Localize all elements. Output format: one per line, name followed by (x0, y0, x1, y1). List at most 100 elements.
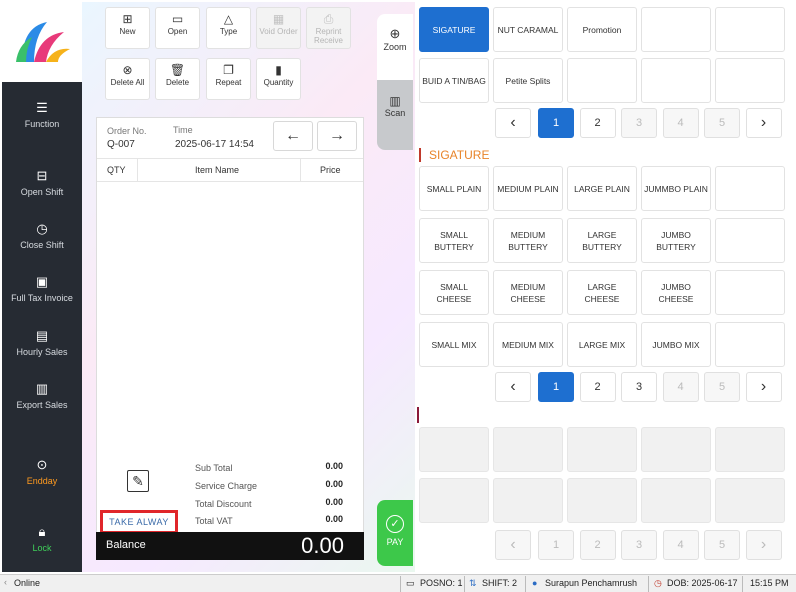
empty-product-cell[interactable] (715, 166, 785, 211)
category-page-2-button[interactable]: 2 (579, 108, 616, 138)
category-page-4-button[interactable]: 4 (662, 108, 699, 138)
category-page-5-button[interactable]: 5 (704, 108, 740, 138)
sidebar-item-function[interactable]: ☰ Function (2, 100, 82, 129)
sidebar-item-lock[interactable]: 🔒︎ Lock (2, 524, 82, 553)
pay-button[interactable]: ✓ PAY (377, 500, 413, 566)
category-nut-caramal-button[interactable]: NUT CARAMAL (493, 7, 563, 52)
take-away-button[interactable]: TAKE ALWAY (100, 510, 178, 534)
empty-item-cell[interactable] (493, 478, 563, 523)
edit-icon[interactable]: ✎ (127, 470, 149, 492)
scan-button[interactable]: ▥ Scan (377, 80, 413, 150)
bottom-page-5-button[interactable]: 5 (704, 530, 740, 560)
trash-icon: 🗑︎ (169, 63, 186, 77)
category-promotion-button[interactable]: Promotion (567, 7, 637, 52)
delete-button[interactable]: 🗑︎ Delete (155, 58, 200, 100)
void-order-button[interactable]: ▦ Void Order (256, 7, 301, 49)
product-prev-button[interactable]: ‹ (495, 372, 531, 402)
sidebar-item-full-tax-invoice[interactable]: ▣ Full Tax Invoice (2, 274, 82, 303)
product-small-cheese-button[interactable]: SMALL CHEESE (419, 270, 489, 315)
empty-category-cell[interactable] (715, 58, 785, 103)
product-medium-cheese-button[interactable]: MEDIUM CHEESE (493, 270, 563, 315)
empty-category-cell[interactable] (641, 58, 711, 103)
empty-product-cell[interactable] (715, 270, 785, 315)
product-page-3-button[interactable]: 3 (621, 372, 657, 402)
total-discount-value: 0.00 (325, 497, 343, 507)
status-divider (648, 576, 649, 592)
lock-icon: 🔒︎ (38, 524, 46, 539)
chevron-left-icon: ‹ (510, 114, 516, 131)
next-order-button[interactable]: → (317, 121, 357, 151)
product-next-button[interactable]: › (745, 372, 782, 402)
delete-all-button[interactable]: ⊗ Delete All (105, 58, 150, 100)
open-button[interactable]: ▭ Open (155, 7, 200, 49)
product-medium-mix-button[interactable]: MEDIUM MIX (493, 322, 563, 367)
product-jumbo-cheese-button[interactable]: JUMBO CHEESE (641, 270, 711, 315)
empty-item-cell[interactable] (715, 478, 785, 523)
product-jumbo-buttery-button[interactable]: JUMBO BUTTERY (641, 218, 711, 263)
product-small-buttery-button[interactable]: SMALL BUTTERY (419, 218, 489, 263)
sidebar-item-hourly-sales[interactable]: ▤ Hourly Sales (2, 328, 82, 357)
empty-product-cell[interactable] (715, 322, 785, 367)
empty-category-cell[interactable] (715, 7, 785, 52)
item-name-column-header: Item Name (195, 165, 240, 175)
bottom-next-button[interactable]: › (745, 530, 782, 560)
status-bar: ‹ Online ▭ POSNO: 1 ⇅ SHIFT: 2 ● Surapun… (0, 574, 796, 592)
folder-icon: ▭ (171, 12, 184, 26)
empty-category-cell[interactable] (567, 58, 637, 103)
category-sigature-button[interactable]: SIGATURE (419, 7, 489, 52)
sidebar-item-label: Export Sales (16, 400, 68, 410)
product-page-2-button[interactable]: 2 (579, 372, 616, 402)
product-jumbo-mix-button[interactable]: JUMBO MIX (641, 322, 711, 367)
sidebar-item-endday[interactable]: ⊙ Endday (2, 457, 82, 486)
type-button[interactable]: △ Type (206, 7, 251, 49)
empty-product-cell[interactable] (715, 218, 785, 263)
product-large-mix-button[interactable]: LARGE MIX (567, 322, 637, 367)
quantity-button[interactable]: ▮ Quantity (256, 58, 301, 100)
product-medium-buttery-button[interactable]: MEDIUM BUTTERY (493, 218, 563, 263)
empty-item-cell[interactable] (419, 478, 489, 523)
product-page-1-button[interactable]: 1 (538, 372, 574, 402)
bar-chart-icon: ▮ (275, 63, 282, 77)
bottom-page-2-button[interactable]: 2 (579, 530, 616, 560)
category-prev-button[interactable]: ‹ (495, 108, 531, 138)
product-medium-plain-button[interactable]: MEDIUM PLAIN (493, 166, 563, 211)
reprint-receive-button[interactable]: ⎙ Reprint Receive (306, 7, 351, 49)
empty-item-cell[interactable] (567, 427, 637, 472)
category-buid-a-tin-bag-button[interactable]: BUID A TIN/BAG (419, 58, 489, 103)
empty-item-cell[interactable] (419, 427, 489, 472)
sidebar-item-export-sales[interactable]: ▥ Export Sales (2, 381, 82, 410)
empty-item-cell[interactable] (641, 427, 711, 472)
new-button[interactable]: ⊞ New (105, 7, 150, 49)
empty-item-cell[interactable] (641, 478, 711, 523)
menu-icon: ☰ (36, 100, 48, 115)
product-small-plain-button[interactable]: SMALL PLAIN (419, 166, 489, 211)
product-page-4-button[interactable]: 4 (662, 372, 699, 402)
product-page-5-button[interactable]: 5 (704, 372, 740, 402)
sidebar-item-open-shift[interactable]: ⊟ Open Shift (2, 168, 82, 197)
category-page-3-button[interactable]: 3 (621, 108, 657, 138)
empty-category-cell[interactable] (641, 7, 711, 52)
category-page-1-button[interactable]: 1 (538, 108, 574, 138)
repeat-button[interactable]: ❐ Repeat (206, 58, 251, 100)
product-large-cheese-button[interactable]: LARGE CHEESE (567, 270, 637, 315)
product-large-plain-button[interactable]: LARGE PLAIN (567, 166, 637, 211)
bottom-page-1-button[interactable]: 1 (538, 530, 574, 560)
zoom-button[interactable]: ⊕ Zoom (377, 14, 413, 80)
clock-icon: ◷ (654, 578, 662, 588)
total-discount-label: Total Discount (195, 499, 252, 509)
status-divider (742, 576, 743, 592)
empty-item-cell[interactable] (493, 427, 563, 472)
product-jummbo-plain-button[interactable]: JUMMBO PLAIN (641, 166, 711, 211)
product-small-mix-button[interactable]: SMALL MIX (419, 322, 489, 367)
bottom-page-4-button[interactable]: 4 (662, 530, 699, 560)
empty-item-cell[interactable] (567, 478, 637, 523)
section-title: SIGATURE (419, 148, 489, 162)
bottom-prev-button[interactable]: ‹ (495, 530, 531, 560)
product-large-buttery-button[interactable]: LARGE BUTTERY (567, 218, 637, 263)
sidebar-item-close-shift[interactable]: ◷ Close Shift (2, 221, 82, 250)
empty-item-cell[interactable] (715, 427, 785, 472)
category-next-button[interactable]: › (745, 108, 782, 138)
category-petite-splits-button[interactable]: Petite Splits (493, 58, 563, 103)
previous-order-button[interactable]: ← (273, 121, 313, 151)
bottom-page-3-button[interactable]: 3 (621, 530, 657, 560)
